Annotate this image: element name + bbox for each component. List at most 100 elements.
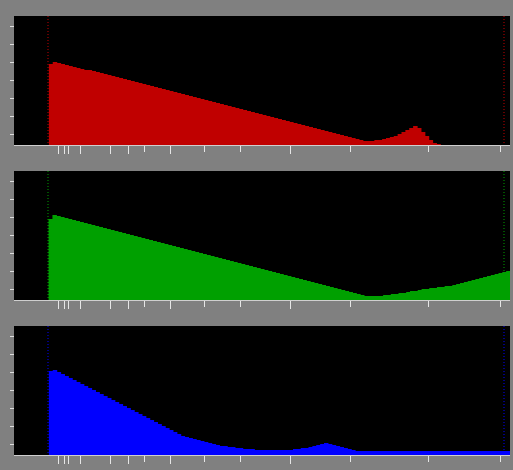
histogram-bar — [133, 236, 138, 301]
green-histogram-plot — [14, 171, 510, 301]
histogram-bar — [99, 73, 104, 146]
histogram-bar — [327, 132, 333, 146]
x-axis-tick — [290, 456, 291, 464]
histogram-bar — [60, 217, 65, 301]
histogram-bar — [196, 440, 201, 456]
histogram-bar — [203, 100, 209, 146]
histogram-bar — [417, 128, 422, 146]
histogram-bar — [114, 402, 120, 456]
blue-x-axis-ticks — [14, 456, 510, 466]
histogram-bar — [76, 68, 81, 146]
histogram-bar — [106, 229, 111, 301]
histogram-bar — [149, 420, 155, 456]
histogram-bar — [308, 127, 313, 146]
histogram-bar — [64, 376, 69, 456]
histogram-bar — [304, 126, 310, 146]
histogram-bar — [200, 99, 205, 146]
x-axis-tick — [144, 301, 145, 307]
histogram-bar — [172, 92, 178, 146]
histogram-bar — [95, 72, 100, 146]
histogram-bar — [188, 438, 193, 456]
histogram-bar — [219, 104, 224, 146]
histogram-bar — [110, 76, 116, 146]
histogram-bar — [275, 273, 280, 301]
histogram-bar — [244, 265, 250, 301]
histogram-bar — [190, 251, 196, 301]
histogram-bar — [144, 239, 150, 301]
histogram-bar — [294, 278, 300, 301]
histogram-bar — [198, 253, 203, 301]
histogram-bar — [277, 119, 282, 146]
histogram-bar — [103, 74, 108, 146]
histogram-bar — [258, 114, 263, 146]
histogram-bar — [320, 130, 325, 146]
histogram-bar — [260, 269, 265, 301]
histogram-bar — [67, 219, 73, 301]
histogram-bar — [248, 266, 253, 301]
histogram-bar — [479, 278, 484, 301]
histogram-bar — [118, 78, 124, 146]
histogram-bar — [401, 132, 406, 146]
histogram-bar — [63, 218, 69, 301]
histogram-bar — [242, 110, 248, 146]
histogram-bar — [60, 374, 65, 456]
histogram-bar — [76, 382, 81, 456]
histogram-bar — [171, 246, 177, 301]
histogram-bar — [117, 232, 123, 301]
histogram-bar — [176, 93, 182, 146]
histogram-bar — [176, 434, 182, 456]
histogram-bar — [269, 117, 275, 146]
histogram-bar — [148, 240, 154, 301]
x-axis-tick — [500, 456, 501, 462]
histogram-bar — [456, 284, 461, 301]
histogram-bar — [134, 82, 139, 146]
histogram-bar — [225, 260, 230, 301]
x-axis-tick — [128, 301, 129, 309]
histogram-bar — [48, 371, 54, 456]
histogram-bar — [217, 258, 223, 301]
histogram-bar — [157, 88, 162, 146]
histogram-bar — [141, 84, 147, 146]
histogram-bar — [206, 255, 211, 301]
histogram-bar — [156, 242, 161, 301]
histogram-bar — [213, 257, 219, 301]
histogram-bar — [196, 98, 201, 146]
histogram-bar — [161, 89, 166, 146]
x-axis-tick — [170, 146, 171, 154]
histogram-bar — [160, 243, 165, 301]
histogram-bar — [202, 254, 207, 301]
x-axis-tick — [64, 301, 65, 309]
histogram-bar — [252, 267, 257, 301]
histogram-bar — [321, 285, 327, 301]
histogram-bar — [71, 220, 77, 301]
histogram-bar — [122, 406, 127, 456]
histogram-bar — [494, 274, 500, 301]
histogram-bar — [475, 279, 480, 301]
x-axis-tick — [68, 456, 69, 464]
x-axis-tick — [68, 146, 69, 154]
histogram-bar — [215, 103, 220, 146]
x-axis-tick — [350, 146, 351, 152]
x-axis-tick — [204, 456, 205, 462]
histogram-bar — [263, 270, 269, 301]
histogram-bar — [141, 416, 147, 456]
histogram-bar — [52, 62, 58, 146]
histogram-bar — [107, 75, 112, 146]
histogram-bar — [192, 97, 197, 146]
histogram-bar — [289, 122, 294, 146]
x-axis-tick — [128, 456, 129, 464]
histogram-bar — [271, 272, 277, 301]
x-axis-tick — [64, 146, 65, 154]
histogram-bar — [56, 63, 62, 146]
histogram-bar — [180, 436, 186, 456]
histogram-bar — [110, 400, 116, 456]
histogram-bar — [452, 285, 457, 301]
histogram-bar — [122, 79, 127, 146]
histogram-bar — [95, 392, 100, 456]
histogram-bar — [140, 238, 146, 301]
histogram-bar — [254, 113, 259, 146]
histogram-bar — [60, 64, 65, 146]
histogram-bar — [490, 275, 496, 301]
histogram-bar — [223, 105, 228, 146]
blue-histogram-panel — [0, 326, 513, 464]
